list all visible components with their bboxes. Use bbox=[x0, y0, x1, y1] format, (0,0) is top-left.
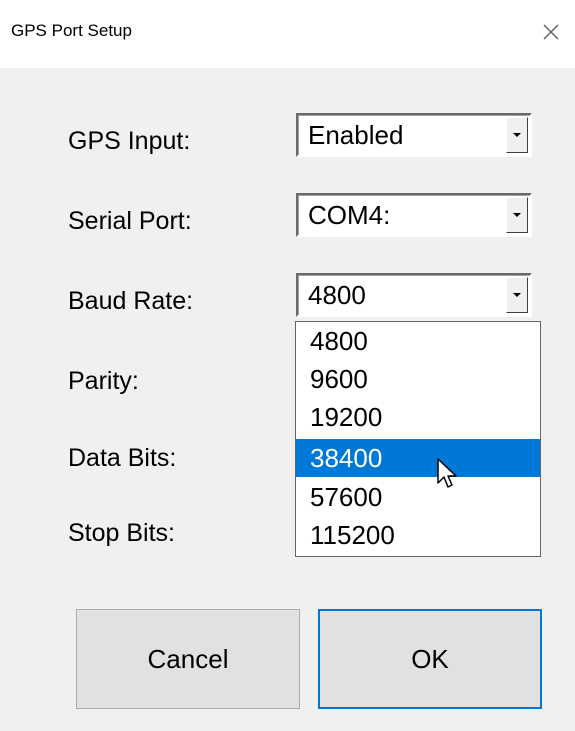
gps-input-value: Enabled bbox=[308, 120, 404, 150]
gps-input-dropdown-button[interactable] bbox=[506, 117, 528, 153]
chevron-down-icon bbox=[513, 133, 521, 137]
gps-input-label: GPS Input: bbox=[68, 127, 191, 155]
chevron-down-icon bbox=[513, 293, 521, 297]
baud-option-9600[interactable]: 9600 bbox=[296, 360, 540, 398]
chevron-down-icon bbox=[513, 213, 521, 217]
gps-port-setup-dialog: GPS Port Setup GPS Input: Serial Port: B… bbox=[0, 0, 575, 731]
baud-rate-value: 4800 bbox=[308, 280, 366, 310]
window-title: GPS Port Setup bbox=[11, 21, 132, 40]
serial-port-select[interactable]: COM4: bbox=[296, 193, 532, 237]
ok-button[interactable]: OK bbox=[318, 609, 542, 709]
parity-label: Parity: bbox=[68, 367, 139, 395]
close-icon bbox=[543, 24, 559, 40]
serial-port-value: COM4: bbox=[308, 200, 391, 230]
serial-port-label: Serial Port: bbox=[68, 207, 192, 235]
cancel-button-label: Cancel bbox=[147, 643, 229, 674]
baud-rate-dropdown-list[interactable]: 4800 9600 19200 38400 57600 115200 bbox=[295, 321, 541, 557]
baud-option-38400[interactable]: 38400 bbox=[296, 439, 540, 477]
baud-rate-label: Baud Rate: bbox=[68, 287, 194, 315]
cancel-button[interactable]: Cancel bbox=[76, 609, 300, 709]
close-button[interactable] bbox=[527, 0, 575, 64]
baud-option-57600[interactable]: 57600 bbox=[296, 478, 540, 516]
baud-rate-dropdown-button[interactable] bbox=[506, 277, 528, 313]
baud-rate-select[interactable]: 4800 bbox=[296, 273, 532, 317]
ok-button-label: OK bbox=[411, 643, 449, 674]
baud-option-19200[interactable]: 19200 bbox=[296, 398, 540, 436]
serial-port-dropdown-button[interactable] bbox=[506, 197, 528, 233]
baud-option-4800[interactable]: 4800 bbox=[296, 322, 540, 360]
data-bits-label: Data Bits: bbox=[68, 444, 177, 472]
mouse-cursor-icon bbox=[437, 458, 457, 488]
stop-bits-label: Stop Bits: bbox=[68, 519, 175, 547]
baud-option-115200[interactable]: 115200 bbox=[296, 516, 540, 554]
gps-input-select[interactable]: Enabled bbox=[296, 113, 532, 157]
title-bar[interactable]: GPS Port Setup bbox=[0, 0, 575, 68]
